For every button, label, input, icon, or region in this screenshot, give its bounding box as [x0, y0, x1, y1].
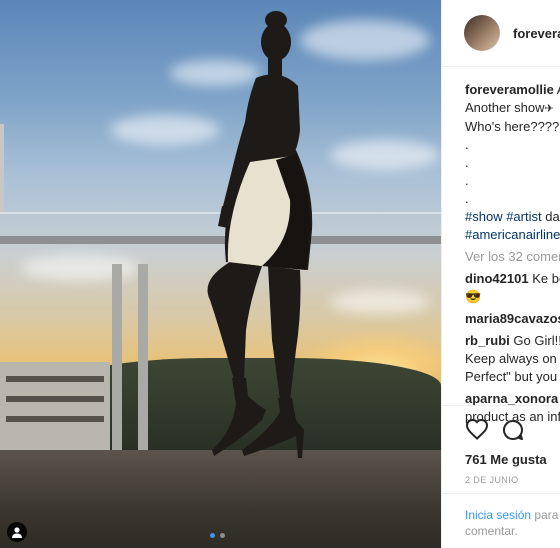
comment: rb_rubi Go Girl!! Keep always on n Perfe…: [465, 332, 560, 386]
post-header: forevera: [442, 0, 560, 67]
carousel-indicator: [210, 533, 225, 538]
tagged-user-badge[interactable]: [7, 522, 27, 542]
hashtag-link[interactable]: #americanairline: [465, 226, 560, 244]
user-icon: [12, 527, 22, 538]
post-actions: 761 Me gusta 2 DE JUNIO: [442, 405, 560, 485]
comment-username[interactable]: maria89cavazos: [465, 311, 560, 326]
airplane-emoji: ✈: [544, 103, 554, 115]
hashtag-link[interactable]: #show: [465, 209, 503, 224]
caption-text-line2: Another show✈: [465, 100, 554, 115]
comment-username[interactable]: rb_rubi: [465, 333, 510, 348]
hashtag-link[interactable]: #artist: [506, 209, 541, 224]
login-prompt: Inicia sesión para comentar.: [442, 493, 560, 548]
login-link[interactable]: Inicia sesión: [465, 508, 531, 522]
caption-dot: .: [465, 191, 469, 206]
login-text-line2: comentar.: [465, 524, 518, 538]
comment-username[interactable]: dino42101: [465, 271, 529, 286]
comment-text: Go Girl!!: [513, 333, 560, 348]
post-side-panel: forevera foreveramollie A Another show✈ …: [441, 0, 560, 548]
avatar[interactable]: [464, 15, 500, 51]
hashtag-continuation: da: [545, 209, 560, 224]
comment-text-line2: 😎: [465, 289, 482, 304]
caption-dot: .: [465, 137, 469, 152]
hashtags-line1: #show #artist da: [465, 208, 560, 226]
comments-section: foreveramollie A Another show✈ Who's her…: [442, 67, 560, 426]
comment: maria89cavazos: [465, 310, 560, 328]
caption-dot: .: [465, 173, 469, 188]
caption-text-line3: Who's here?????: [465, 119, 560, 134]
caption-dot: .: [465, 155, 469, 170]
comment-icon[interactable]: [501, 418, 525, 442]
login-text: para: [531, 508, 559, 522]
comment-username[interactable]: aparna_xonora: [465, 391, 558, 406]
caption-username[interactable]: foreveramollie: [465, 82, 554, 97]
header-username[interactable]: forevera: [513, 26, 560, 41]
heart-icon[interactable]: [465, 418, 489, 440]
carousel-dot-active: [210, 533, 215, 538]
comment: dino42101 Ke bo 😎: [465, 270, 560, 306]
post-photo[interactable]: [0, 0, 441, 548]
caption: foreveramollie A: [465, 81, 560, 99]
comment-text-line2: Keep always on n: [465, 351, 560, 366]
carousel-dot: [220, 533, 225, 538]
comment-text: Ke bo: [532, 271, 560, 286]
post-date[interactable]: 2 DE JUNIO: [442, 467, 560, 485]
comment-text-line3: Perfect" but you: [465, 369, 558, 384]
likes-count[interactable]: 761 Me gusta: [442, 442, 560, 467]
view-all-comments-link[interactable]: Ver los 32 comen: [465, 248, 560, 266]
